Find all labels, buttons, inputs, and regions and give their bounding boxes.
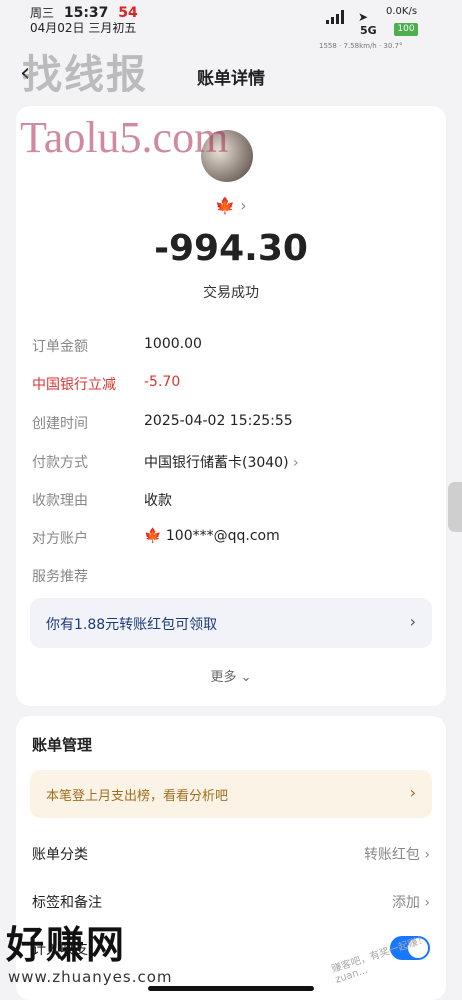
detail-row-bank-discount: 中国银行立减 -5.70 xyxy=(32,372,430,396)
detail-label: 中国银行立减 xyxy=(32,377,116,393)
watermark-bottom-url: www.zhuanyes.com xyxy=(8,968,173,986)
detail-value: 收款 xyxy=(144,493,172,509)
weekday: 周三 xyxy=(30,6,55,20)
transaction-status: 交易成功 xyxy=(203,285,259,301)
battery-icon: 100 xyxy=(394,23,418,36)
detail-row-reason: 收款理由 收款 xyxy=(32,488,430,512)
home-indicator[interactable] xyxy=(148,986,314,991)
detail-value: 1000.00 xyxy=(144,336,202,352)
chevron-down-icon: ⌄ xyxy=(240,670,252,685)
chevron-right-icon: › xyxy=(293,455,299,471)
maple-leaf-icon: 🍁 xyxy=(144,528,162,544)
watermark-top-cn: 找线报 xyxy=(22,52,148,98)
status-right: ➤ 0.0K/s 5G 100 1558 · 7.58km/h · 30.7° xyxy=(319,4,434,50)
category-label: 账单分类 xyxy=(32,847,88,863)
watermark-bottom-cn: 好赚网 xyxy=(6,923,127,967)
scroll-handle[interactable] xyxy=(448,482,462,532)
chevron-right-icon: › xyxy=(409,612,416,631)
chevron-right-icon: › xyxy=(409,783,416,802)
merchant-link[interactable]: 🍁 › xyxy=(16,196,446,215)
detail-row-service: 服务推荐 xyxy=(32,564,430,588)
category-value: 转账红包 › xyxy=(363,847,430,863)
detail-label: 创建时间 xyxy=(32,416,88,432)
tags-notes-row[interactable]: 标签和备注 添加 › xyxy=(32,888,430,914)
transaction-amount: -994.30 xyxy=(154,228,308,269)
location-arrow-icon: ➤ xyxy=(358,10,369,24)
clock-time: 15:37 xyxy=(63,5,109,21)
section-title: 账单管理 xyxy=(32,736,93,754)
status-bar: 周三 15:37 54 04月02日 三月初五 ➤ 0.0K/s 5G 100 … xyxy=(0,0,462,50)
detail-label: 收款理由 xyxy=(32,493,88,509)
tip-text: 本笔登上月支出榜，看看分析吧 xyxy=(46,789,229,804)
detail-value: -5.70 xyxy=(144,374,181,390)
promo-text: 你有1.88元转账红包可领取 xyxy=(46,617,218,633)
chevron-right-icon: › xyxy=(240,196,247,215)
net-speed: 0.0K/s xyxy=(386,6,418,17)
network-type: 5G xyxy=(360,24,377,37)
date: 04月02日 xyxy=(30,21,85,35)
tags-value: 添加 › xyxy=(391,895,430,911)
detail-label: 订单金额 xyxy=(32,339,88,355)
detail-label: 付款方式 xyxy=(32,455,88,471)
detail-value: 2025-04-02 15:25:55 xyxy=(144,413,293,429)
bill-category-row[interactable]: 账单分类 转账红包 › xyxy=(32,840,430,866)
red-packet-promo[interactable]: 你有1.88元转账红包可领取 › xyxy=(30,598,432,648)
detail-row-order-amount: 订单金额 1000.00 xyxy=(32,334,430,358)
detail-row-counterparty: 对方账户 🍁 100***@qq.com xyxy=(32,526,430,550)
detail-label: 服务推荐 xyxy=(32,569,88,585)
detail-row-payment-method[interactable]: 付款方式 中国银行储蓄卡(3040) › xyxy=(32,450,430,474)
status-left: 周三 15:37 54 04月02日 三月初五 xyxy=(30,6,144,36)
signal-icon xyxy=(326,10,346,24)
detail-value: 中国银行储蓄卡(3040) › xyxy=(144,455,299,471)
status-red-number: 54 xyxy=(118,5,138,21)
spending-analysis-tip[interactable]: 本笔登上月支出榜，看看分析吧 › xyxy=(30,770,432,818)
more-button[interactable]: 更多 ⌄ xyxy=(16,666,446,685)
status-tiny-info: 1558 · 7.58km/h · 30.7° xyxy=(319,42,403,50)
maple-leaf-icon: 🍁 xyxy=(215,196,236,215)
detail-value: 🍁 100***@qq.com xyxy=(144,528,280,544)
watermark-top-en: Taolu5.com xyxy=(20,113,229,162)
transaction-card: 🍁 › -994.30 交易成功 订单金额 1000.00 中国银行立减 -5.… xyxy=(16,106,446,706)
lunar-date: 三月初五 xyxy=(88,21,137,35)
tags-label: 标签和备注 xyxy=(32,895,102,911)
detail-label: 对方账户 xyxy=(32,531,88,547)
detail-row-created-time: 创建时间 2025-04-02 15:25:55 xyxy=(32,411,430,435)
